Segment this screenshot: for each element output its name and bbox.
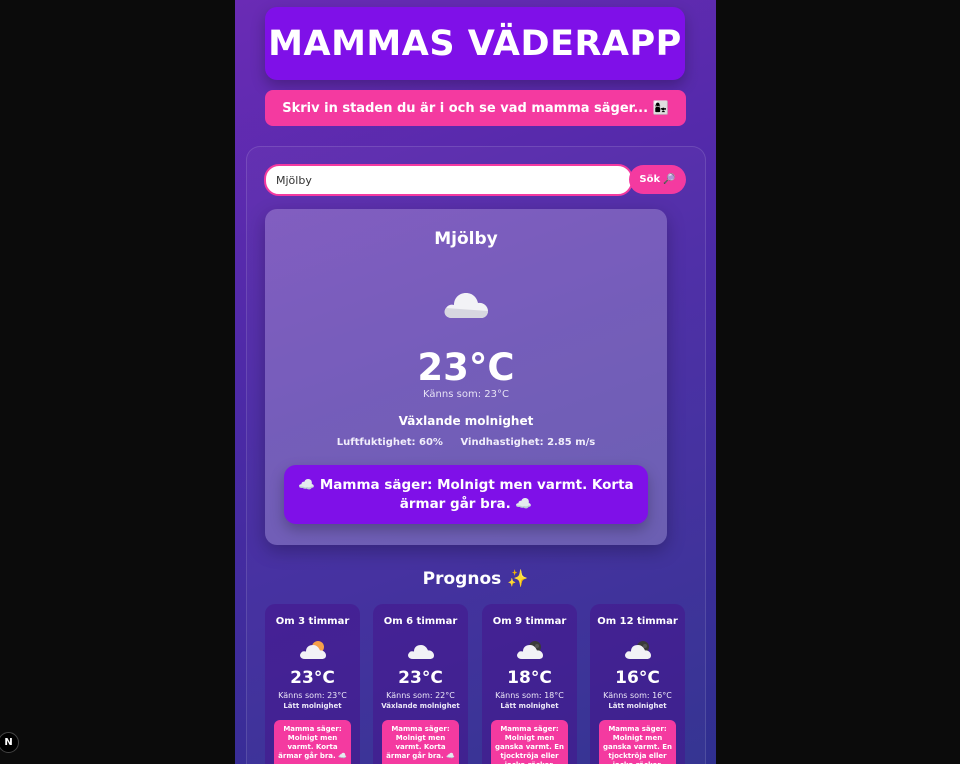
- forecast-feels-like: Känns som: 18°C: [495, 691, 564, 700]
- mamma-advice-text: ☁️ Mamma säger: Molnigt men varmt. Korta…: [298, 476, 634, 512]
- sun-behind-cloud-icon: [299, 640, 327, 664]
- forecast-card: Om 9 timmar 18°C Känns som: 18°C Lätt mo…: [482, 604, 577, 764]
- city-name: Mjölby: [434, 229, 498, 249]
- mamma-advice: ☁️ Mamma säger: Molnigt men varmt. Korta…: [284, 465, 648, 524]
- forecast-temperature: 23°C: [290, 668, 335, 688]
- feels-like: Känns som: 23°C: [423, 389, 509, 400]
- forecast-temperature: 18°C: [507, 668, 552, 688]
- forecast-condition: Lätt molnighet: [283, 702, 342, 710]
- humidity: Luftfuktighet: 60%: [336, 437, 443, 448]
- forecast-mamma-text: Mamma säger: Molnigt men varmt. Korta är…: [278, 725, 347, 760]
- forecast-condition: Lätt molnighet: [500, 702, 559, 710]
- forecast-mamma-advice: Mamma säger: Molnigt men ganska varmt. E…: [491, 720, 568, 764]
- current-temperature: 23°C: [417, 346, 515, 389]
- forecast-temperature: 16°C: [615, 668, 660, 688]
- current-weather-card: Mjölby 23°C Känns som: 23°C Växlande mol…: [265, 209, 667, 545]
- forecast-mamma-text: Mamma säger: Molnigt men ganska varmt. E…: [603, 725, 672, 764]
- weather-condition: Växlande molnighet: [398, 414, 534, 428]
- forecast-mamma-text: Mamma säger: Molnigt men ganska varmt. E…: [495, 725, 564, 764]
- weather-stats: Luftfuktighet: 60% Vindhastighet: 2.85 m…: [265, 437, 667, 448]
- forecast-feels-like: Känns som: 22°C: [386, 691, 455, 700]
- app-title-banner: MAMMAS VÄDERAPP: [265, 7, 685, 80]
- forecast-mamma-advice: Mamma säger: Molnigt men ganska varmt. E…: [599, 720, 676, 764]
- search-button[interactable]: Sök 🔎: [629, 165, 686, 194]
- forecast-card: Om 3 timmar 23°C Känns som: 23°C Lätt mo…: [265, 604, 360, 764]
- cloud-icon: [442, 286, 490, 324]
- city-search-input[interactable]: [264, 164, 633, 196]
- forecast-time: Om 9 timmar: [492, 616, 567, 627]
- forecast-feels-like: Känns som: 23°C: [278, 691, 347, 700]
- app-title: MAMMAS VÄDERAPP: [268, 23, 682, 64]
- moon-behind-cloud-icon: [516, 640, 544, 664]
- forecast-card: Om 12 timmar 16°C Känns som: 16°C Lätt m…: [590, 604, 685, 764]
- forecast-time: Om 3 timmar: [275, 616, 350, 627]
- forecast-temperature: 23°C: [398, 668, 443, 688]
- search-button-label: Sök: [639, 174, 661, 185]
- search-icon: 🔎: [663, 174, 676, 185]
- forecast-card: Om 6 timmar 23°C Känns som: 22°C Växland…: [373, 604, 468, 764]
- forecast-mamma-advice: Mamma säger: Molnigt men varmt. Korta är…: [274, 720, 351, 764]
- weather-app: MAMMAS VÄDERAPP Skriv in staden du är i …: [235, 0, 716, 764]
- forecast-mamma-text: Mamma säger: Molnigt men varmt. Korta är…: [386, 725, 455, 760]
- tagline: Skriv in staden du är i och se vad mamma…: [265, 90, 686, 126]
- forecast-mamma-advice: Mamma säger: Molnigt men varmt. Korta är…: [382, 720, 459, 764]
- forecast-condition: Växlande molnighet: [381, 702, 460, 710]
- forecast-time: Om 12 timmar: [597, 616, 678, 627]
- forecast-title: Prognos ✨: [422, 569, 529, 589]
- moon-behind-cloud-icon: [624, 640, 652, 664]
- forecast-condition: Lätt molnighet: [608, 702, 667, 710]
- cloud-icon: [407, 640, 435, 664]
- nextjs-badge[interactable]: N: [0, 732, 19, 753]
- forecast-time: Om 6 timmar: [383, 616, 458, 627]
- forecast-feels-like: Känns som: 16°C: [603, 691, 672, 700]
- wind-speed: Vindhastighet: 2.85 m/s: [460, 437, 596, 448]
